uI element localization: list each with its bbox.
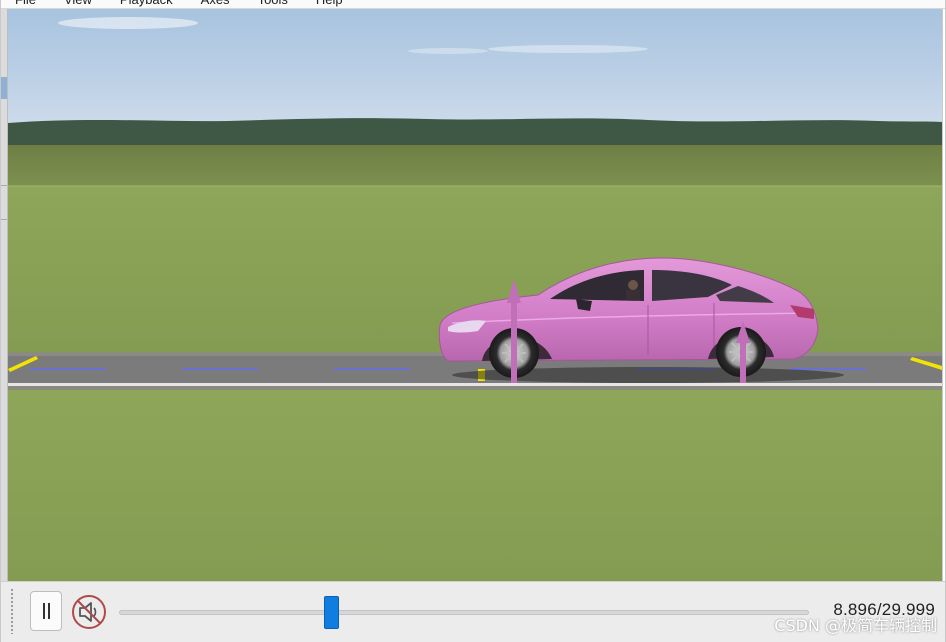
toolbar-grip-handle[interactable] [10,588,14,634]
pause-icon [42,603,45,619]
menu-axes[interactable]: Axes [201,0,230,8]
menu-tools[interactable]: Tools [258,0,288,8]
cloud [488,45,648,53]
pause-button[interactable] [30,591,62,631]
road-edge-line [8,383,942,386]
menu-bar: File View Playback Axes Tools Help [1,0,945,9]
menu-file[interactable]: File [15,0,36,8]
watermark: CSDN @极简车辆控制 [774,616,937,635]
playback-slider-track[interactable] [119,610,809,615]
speaker-muted-icon [72,595,106,629]
mute-button[interactable] [70,593,108,631]
far-grass [8,145,942,187]
distant-hills [8,118,942,147]
3d-scene-viewport[interactable] [8,9,942,581]
cloud [408,48,488,54]
menu-help[interactable]: Help [316,0,343,8]
playback-toolbar: 8.896/29.999 CSDN @极简车辆控制 [1,581,945,642]
cloud [58,17,198,29]
right-panel-edge [942,9,945,581]
vehicle-viewer-window: File View Playback Axes Tools Help [0,0,946,642]
grass-foreground [8,390,942,581]
playback-slider-handle[interactable] [324,596,339,629]
menu-view[interactable]: View [64,0,92,8]
menu-playback[interactable]: Playback [120,0,173,8]
scene-render [8,9,942,581]
left-panel-edge [1,9,8,581]
